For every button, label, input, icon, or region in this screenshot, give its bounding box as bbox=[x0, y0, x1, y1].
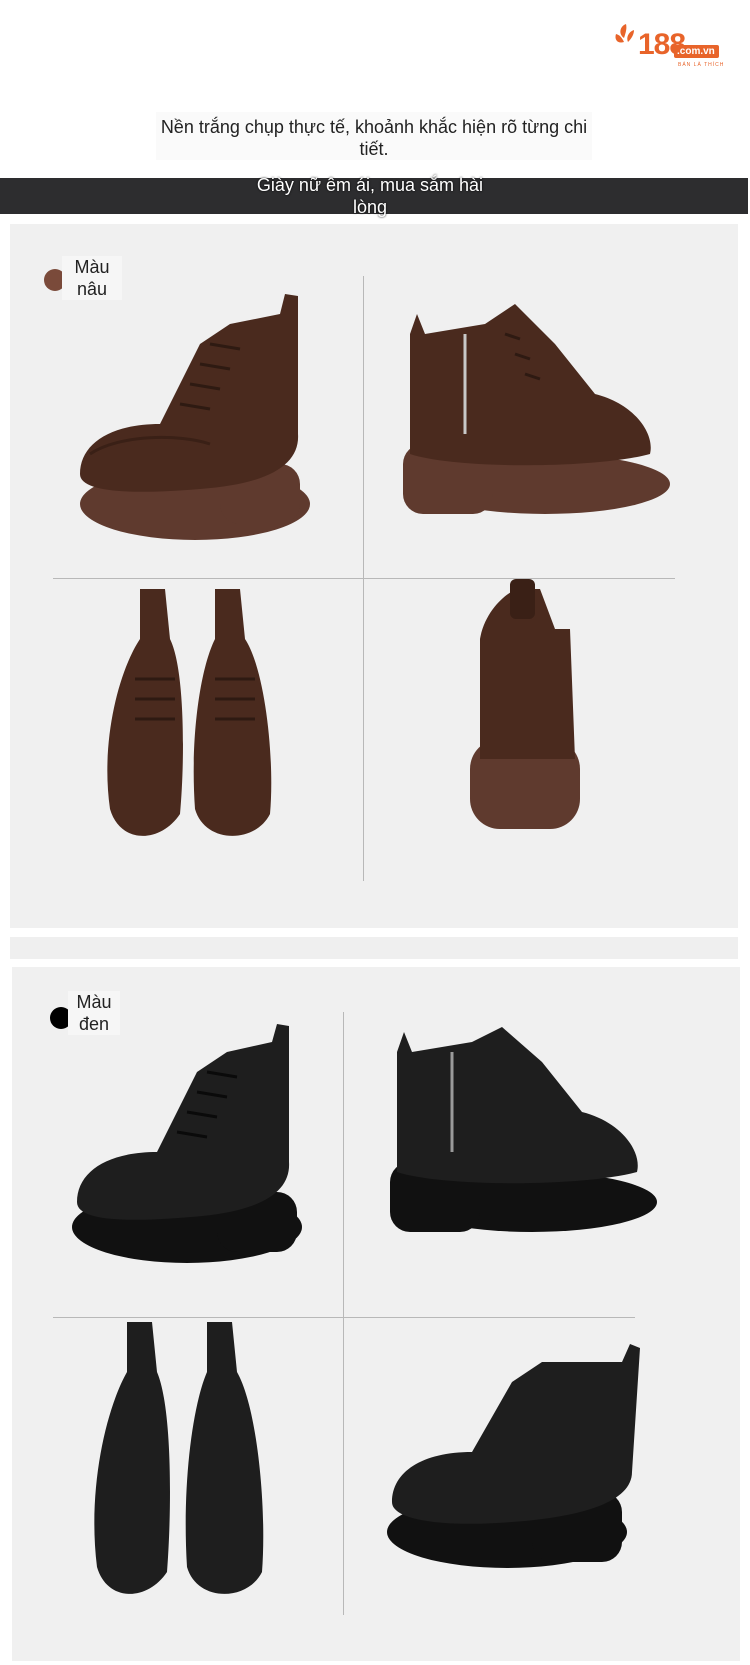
promo-banner-text: Giày nữ êm ái, mua sắm hài lòng bbox=[256, 175, 484, 217]
logo-tagline: BÁN LÀ THÍCH bbox=[678, 62, 725, 68]
brown-variant-panel: Màu nâu bbox=[10, 224, 738, 928]
black-variant-panel: Màu đen bbox=[12, 967, 740, 1661]
logo-domain: .com.vn bbox=[674, 45, 719, 58]
site-logo[interactable]: 188 .com.vn BÁN LÀ THÍCH bbox=[612, 20, 732, 72]
section-separator bbox=[10, 937, 738, 959]
photo-subtitle: Nền trắng chụp thực tế, khoảnh khắc hiện… bbox=[156, 112, 592, 160]
grid-divider-vertical bbox=[343, 1012, 344, 1615]
brown-boot-side-photo bbox=[80, 294, 310, 540]
